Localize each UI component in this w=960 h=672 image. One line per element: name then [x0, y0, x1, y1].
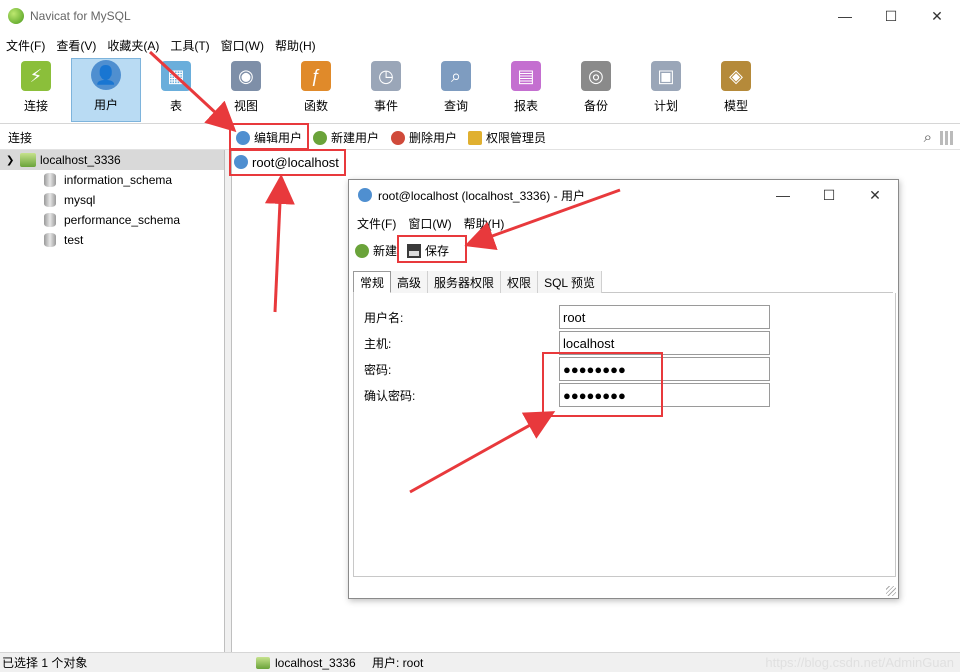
arrow-to-edit-user: [148, 50, 237, 133]
arrow-to-save: [464, 188, 621, 250]
arrow-to-user-object: [264, 174, 295, 313]
arrow-to-passwords: [409, 411, 556, 494]
annotation-arrows: [148, 50, 621, 494]
